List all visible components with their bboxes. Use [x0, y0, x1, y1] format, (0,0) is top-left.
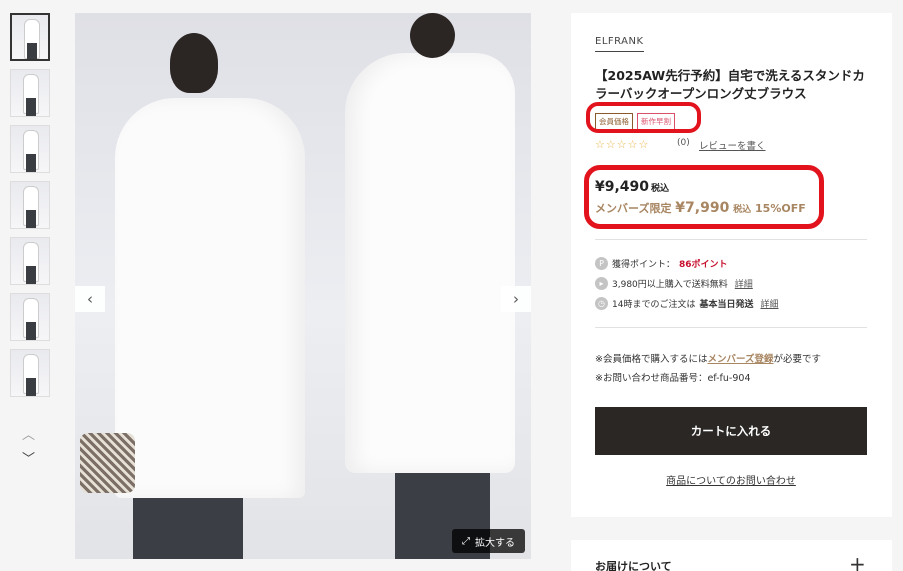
- sameday-bold: 基本当日発送: [699, 300, 754, 310]
- item-code: ※お問い合わせ商品番号：ef-fu-904: [595, 373, 751, 384]
- rating-stars-icon: ☆☆☆☆☆: [595, 138, 650, 151]
- review-count: (0): [677, 138, 690, 148]
- chevron-down-icon[interactable]: ﹀: [22, 448, 35, 467]
- thumbnail-7[interactable]: [10, 349, 50, 397]
- product-info-panel: ELFRANK 【2025AW先行予約】自宅で洗えるスタンドカラーバックオープン…: [571, 13, 892, 517]
- expand-icon: ⤢: [462, 535, 470, 547]
- divider: [595, 327, 867, 328]
- zoom-label: 拡大する: [475, 537, 515, 549]
- divider: [595, 239, 867, 240]
- points-row: P 獲得ポイント： 86ポイント: [595, 257, 728, 270]
- product-contact-link[interactable]: 商品についてのお問い合わせ: [595, 472, 867, 487]
- model-back-blouse: [345, 53, 515, 473]
- zoom-button[interactable]: ⤢ 拡大する: [452, 529, 525, 553]
- points-value: 86ポイント: [679, 260, 728, 270]
- shipping-detail-link[interactable]: 詳細: [735, 277, 753, 290]
- member-register-link[interactable]: メンバーズ登録: [707, 354, 773, 365]
- shipping-text: 3,980円以上購入で送料無料: [612, 280, 728, 290]
- thumbnail-1[interactable]: [10, 13, 50, 61]
- write-review-link[interactable]: レビューを書く: [699, 138, 766, 152]
- thumbnail-strip: [10, 13, 52, 405]
- clock-icon: ◷: [595, 297, 608, 310]
- sameday-pre: 14時までのご注文は: [612, 300, 696, 310]
- points-label: 獲得ポイント：: [612, 260, 676, 270]
- points-icon: P: [595, 257, 608, 270]
- delivery-label: お届けについて: [595, 560, 672, 571]
- shipping-row: ▸ 3,980円以上購入で送料無料 詳細: [595, 277, 753, 290]
- truck-icon: ▸: [595, 277, 608, 290]
- member-note-post: が必要です: [773, 354, 822, 365]
- thumbnail-3[interactable]: [10, 125, 50, 173]
- chevron-right-icon: ›: [513, 290, 519, 308]
- model-back-head: [410, 13, 455, 58]
- main-product-image: [75, 13, 531, 559]
- sameday-detail-link[interactable]: 詳細: [760, 297, 778, 310]
- thumbnail-2[interactable]: [10, 69, 50, 117]
- product-page: ︿ ﹀ ‹ › ⤢ 拡大する ELFRANK 【2025AW先行予約】自宅で洗え…: [0, 0, 903, 571]
- product-title: 【2025AW先行予約】自宅で洗えるスタンドカラーバックオープンロング丈ブラウス: [595, 68, 865, 101]
- member-note: ※会員価格で購入するにはメンバーズ登録が必要です: [595, 351, 821, 365]
- brand-link[interactable]: ELFRANK: [595, 36, 644, 52]
- sameday-row: ◷ 14時までのご注文は 基本当日発送 詳細: [595, 297, 778, 310]
- prev-image-button[interactable]: ‹: [75, 286, 105, 312]
- highlight-ring-price: [584, 165, 824, 229]
- thumbnail-5[interactable]: [10, 237, 50, 285]
- highlight-ring-badges: [586, 102, 701, 133]
- delivery-accordion[interactable]: お届けについて +: [571, 540, 892, 571]
- model-front-blouse: [115, 98, 305, 498]
- thumbnail-4[interactable]: [10, 181, 50, 229]
- add-to-cart-button[interactable]: カートに入れる: [595, 407, 867, 455]
- product-contact-label[interactable]: 商品についてのお問い合わせ: [666, 476, 796, 487]
- member-note-pre: ※会員価格で購入するには: [595, 354, 708, 365]
- next-image-button[interactable]: ›: [501, 286, 531, 312]
- plus-icon[interactable]: +: [849, 552, 866, 571]
- thumbnail-6[interactable]: [10, 293, 50, 341]
- chevron-up-icon[interactable]: ︿: [22, 424, 35, 443]
- chevron-left-icon: ‹: [87, 290, 93, 308]
- model-bag: [80, 433, 135, 493]
- model-front-head: [170, 33, 218, 93]
